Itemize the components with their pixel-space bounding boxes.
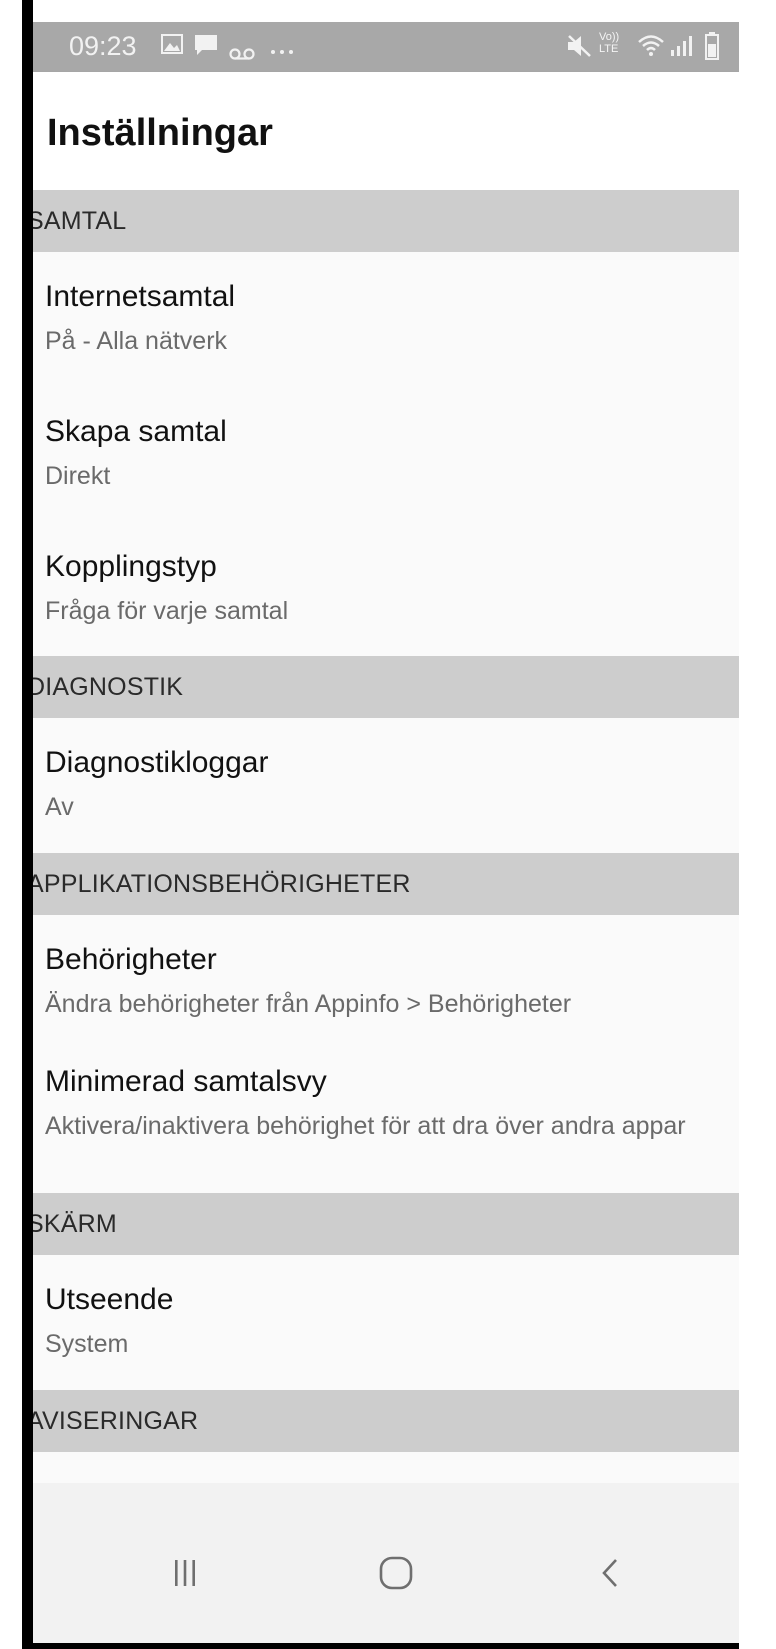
- section-title: SKÄRM: [33, 1210, 117, 1238]
- setting-value: Aktivera/inaktivera behörighet för att d…: [45, 1112, 686, 1140]
- setting-value: Direkt: [45, 462, 111, 490]
- mute-icon: [566, 34, 592, 64]
- setting-kopplingstyp[interactable]: Kopplingstyp Fråga för varje samtal: [33, 550, 739, 650]
- setting-skapa-samtal[interactable]: Skapa samtal Direkt: [33, 415, 739, 535]
- setting-value: Ändra behörigheter från Appinfo > Behöri…: [45, 990, 572, 1018]
- setting-internetsamtal[interactable]: Internetsamtal På - Alla nätverk: [33, 280, 739, 400]
- navigation-bar: [33, 1483, 739, 1643]
- section-header-samtal: SAMTAL: [33, 190, 739, 252]
- page-title: Inställningar: [47, 112, 273, 154]
- setting-value: Av: [45, 793, 74, 821]
- section-title: DIAGNOSTIK: [33, 673, 184, 701]
- setting-value: Fråga för varje samtal: [45, 597, 289, 625]
- signal-icon: [670, 36, 694, 62]
- setting-label: Kopplingstyp: [45, 550, 217, 583]
- section-header-applikationsbehorigheter: APPLIKATIONSBEHÖRIGHETER: [33, 853, 739, 915]
- more-dots-icon: [269, 36, 295, 62]
- status-time: 09:23: [69, 31, 137, 61]
- section-title: AVISERINGAR: [33, 1407, 199, 1435]
- message-icon: [194, 34, 218, 62]
- setting-value: På - Alla nätverk: [45, 327, 228, 355]
- volte-icon: Vo)) LTE: [599, 31, 619, 55]
- voicemail-icon: [229, 40, 255, 66]
- setting-label: Skapa samtal: [45, 415, 227, 448]
- home-icon[interactable]: [356, 1543, 436, 1603]
- battery-icon: [705, 32, 719, 66]
- gallery-icon: [161, 34, 183, 60]
- volte-text-top: Vo)): [599, 31, 620, 43]
- setting-behorigheter[interactable]: Behörigheter Ändra behörigheter från App…: [33, 943, 739, 1053]
- setting-label: Internetsamtal: [45, 280, 236, 313]
- setting-label: Minimerad samtalsvy: [45, 1065, 327, 1098]
- setting-utseende[interactable]: Utseende System: [33, 1283, 739, 1383]
- section-title: SAMTAL: [33, 207, 127, 235]
- app-bar: Inställningar: [33, 72, 739, 190]
- section-title: APPLIKATIONSBEHÖRIGHETER: [33, 870, 411, 898]
- setting-label: Behörigheter: [45, 943, 217, 976]
- status-bar: 09:23 Vo)) LTE: [33, 22, 739, 72]
- wifi-icon: [637, 33, 665, 63]
- volte-text-bottom: LTE: [599, 43, 619, 55]
- back-icon[interactable]: [570, 1543, 650, 1603]
- recent-apps-icon[interactable]: [145, 1543, 225, 1603]
- setting-value: System: [45, 1330, 129, 1358]
- setting-diagnostikloggar[interactable]: Diagnostikloggar Av: [33, 746, 739, 846]
- setting-label: Diagnostikloggar: [45, 746, 269, 779]
- setting-label: Utseende: [45, 1283, 174, 1316]
- section-header-skarm: SKÄRM: [33, 1193, 739, 1255]
- setting-minimerad-samtalsvy[interactable]: Minimerad samtalsvy Aktivera/inaktivera …: [33, 1065, 739, 1190]
- settings-screen: 09:23 Vo)) LTE Inställningar SAMTAL Inte…: [33, 22, 739, 1643]
- section-header-aviseringar: AVISERINGAR: [33, 1390, 739, 1452]
- section-header-diagnostik: DIAGNOSTIK: [33, 656, 739, 718]
